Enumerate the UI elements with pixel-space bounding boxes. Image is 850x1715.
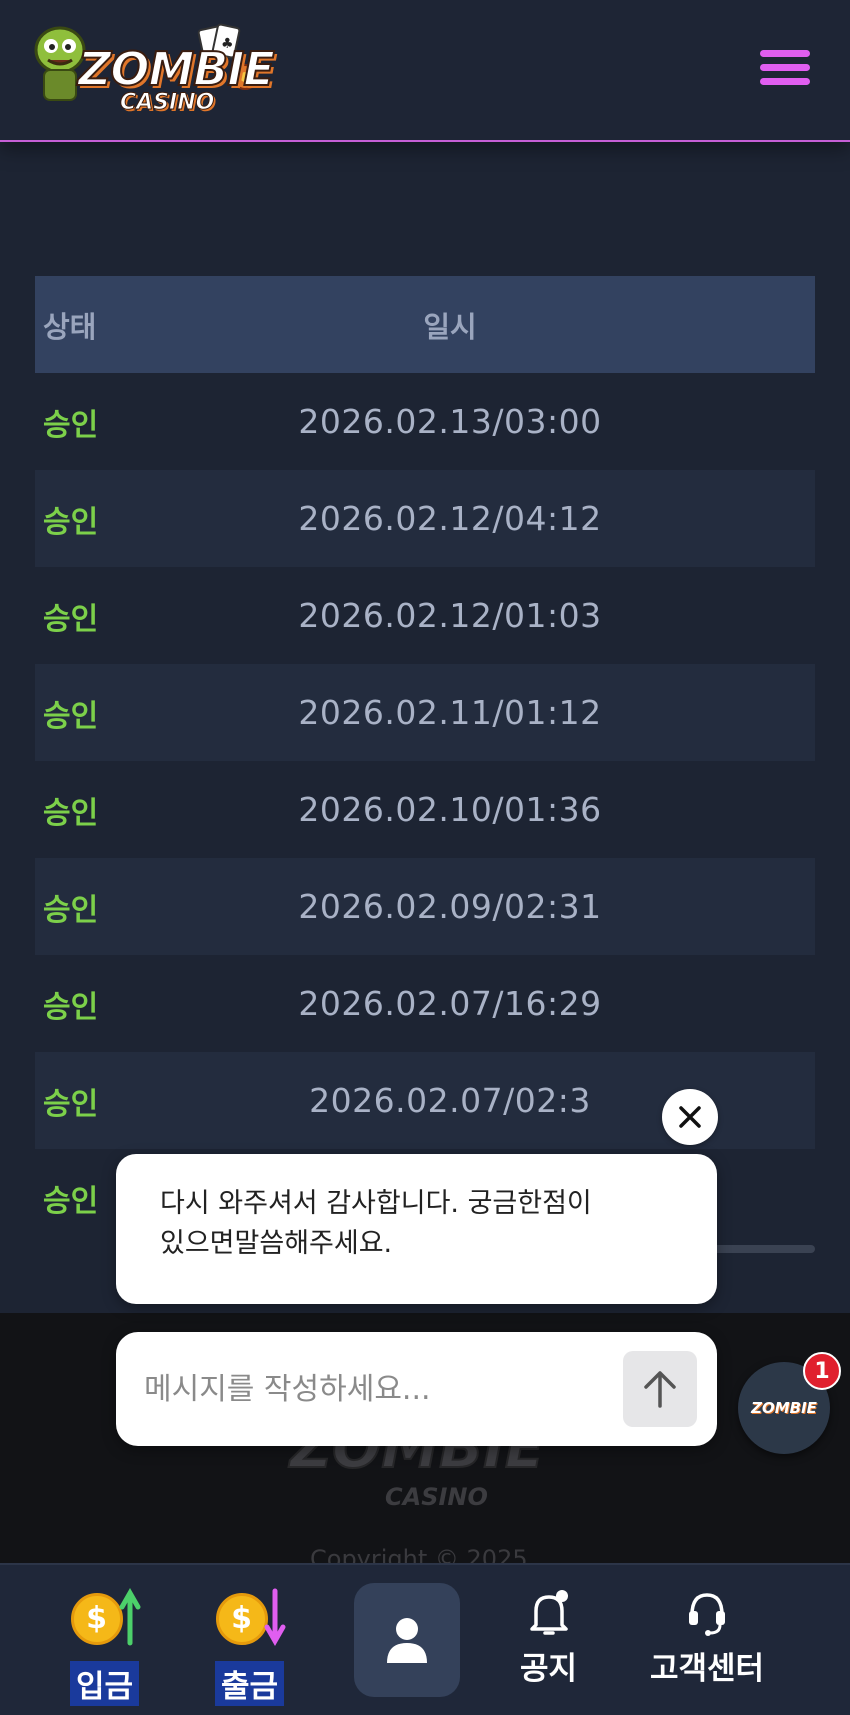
datetime-cell: 2026.02.12/01:03 [298, 596, 602, 635]
table-row: 승인 2026.02.13/03:00 [35, 373, 815, 470]
status-cell: 승인 [43, 989, 99, 1025]
logo-main-text: ZOMBIE [77, 41, 276, 97]
datetime-cell: 2026.02.12/04:12 [298, 499, 602, 538]
chat-message-bubble: 다시 와주셔서 감사합니다. 궁금한점이 있으면말씀해주세요. [116, 1154, 717, 1304]
datetime-cell: 2026.02.13/03:00 [298, 402, 602, 441]
table-row: 승인 2026.02.09/02:31 [35, 858, 815, 955]
status-cell: 승인 [43, 504, 99, 540]
unread-badge: 1 [803, 1352, 841, 1390]
chat-message-line: 다시 와주셔서 감사합니다. 궁금한점이 [160, 1188, 592, 1219]
status-cell: 승인 [43, 795, 99, 831]
headset-icon [689, 1593, 726, 1636]
table-row: 승인 2026.02.12/01:03 [35, 567, 815, 664]
status-cell: 승인 [43, 698, 99, 734]
header-status: 상태 [43, 309, 97, 344]
hamburger-menu-icon[interactable] [760, 50, 810, 90]
datetime-cell: 2026.02.11/01:12 [298, 693, 602, 732]
nav-withdraw[interactable]: $ 출금 [215, 1587, 286, 1706]
bottom-navigation: $ 입금 $ 출금 공지 고객센터 [0, 1563, 850, 1715]
nav-withdraw-label: 출금 [215, 1661, 285, 1706]
datetime-cell: 2026.02.09/02:31 [298, 887, 602, 926]
bell-icon [529, 1590, 568, 1635]
nav-notice-label: 공지 [520, 1651, 578, 1687]
chat-input-box [116, 1332, 717, 1446]
nav-deposit[interactable]: $ 입금 [70, 1587, 141, 1706]
top-header: ♣ ZOMBIE CASINO [0, 0, 850, 142]
chat-close-button[interactable] [662, 1089, 718, 1145]
chat-message-input[interactable] [144, 1371, 604, 1407]
status-cell: 승인 [43, 892, 99, 928]
logo-sub-text: CASINO [119, 90, 215, 116]
arrow-up-icon [644, 1371, 676, 1408]
status-cell: 승인 [43, 601, 99, 637]
withdraw-coin-icon: $ [215, 1587, 286, 1655]
table-row: 승인 2026.02.12/04:12 [35, 470, 815, 567]
send-button[interactable] [623, 1351, 697, 1427]
table-header-row: 상태 일시 [35, 276, 815, 373]
user-icon [387, 1618, 427, 1663]
close-icon [679, 1106, 701, 1128]
chat-message-line: 있으면말씀해주세요. [160, 1228, 393, 1259]
table-scrollbar[interactable] [700, 1245, 815, 1253]
nav-notice[interactable]: 공지 [520, 1587, 577, 1688]
nav-deposit-label: 입금 [70, 1661, 140, 1706]
table-row: 승인 2026.02.11/01:12 [35, 664, 815, 761]
status-cell: 승인 [43, 1086, 99, 1122]
status-cell: 승인 [43, 407, 99, 443]
table-row: 승인 2026.02.07/16:29 [35, 955, 815, 1052]
header-datetime: 일시 [423, 309, 477, 344]
table-row: 승인 2026.02.10/01:36 [35, 761, 815, 858]
nav-support[interactable]: 고객센터 [650, 1587, 764, 1688]
launcher-logo-text: ZOMBIE [751, 1399, 817, 1417]
my-page-button[interactable] [354, 1583, 460, 1697]
nav-support-label: 고객센터 [650, 1651, 765, 1687]
datetime-cell: 2026.02.10/01:36 [298, 790, 602, 829]
deposit-coin-icon: $ [70, 1587, 141, 1655]
datetime-cell: 2026.02.07/16:29 [298, 984, 602, 1023]
page: ♣ ZOMBIE CASINO 상태 일시 승인 2026.02.13/03:0… [0, 0, 850, 1715]
zombie-casino-logo[interactable]: ♣ ZOMBIE CASINO [30, 22, 276, 120]
footer-logo-sub: CASINO [385, 1483, 488, 1511]
